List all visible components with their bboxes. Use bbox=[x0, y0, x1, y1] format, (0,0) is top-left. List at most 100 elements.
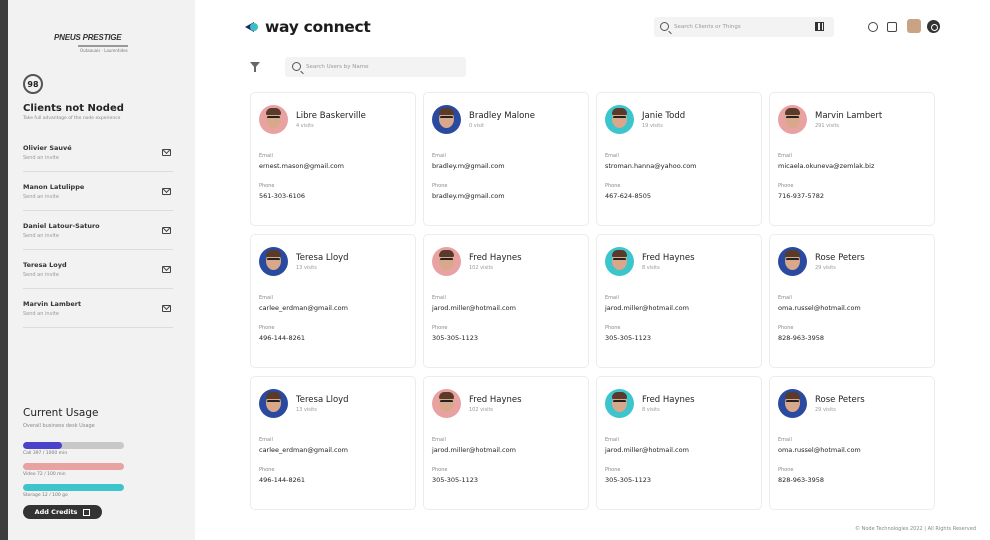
user-card[interactable]: Rose Peters 29 visits Email oma.russel@hotm… bbox=[769, 234, 935, 368]
user-phone[interactable]: 496-144-8261 bbox=[259, 334, 305, 342]
user-email[interactable]: jarod.miller@hotmail.com bbox=[605, 304, 689, 312]
email-label: Email bbox=[605, 295, 619, 301]
user-name: Fred Haynes bbox=[469, 253, 522, 263]
phone-label: Phone bbox=[259, 467, 275, 473]
phone-label: Phone bbox=[778, 467, 794, 473]
user-visits: 0 visit bbox=[469, 123, 485, 129]
global-search-input[interactable]: Search Clients or Things bbox=[654, 17, 834, 37]
client-name: Teresa Loyd bbox=[23, 261, 67, 269]
user-card[interactable]: Rose Peters 29 visits Email oma.russel@hotm… bbox=[769, 376, 935, 510]
user-visits: 8 visits bbox=[642, 265, 660, 271]
email-label: Email bbox=[605, 153, 619, 159]
logo-text: PNEUS PRESTIGE bbox=[54, 33, 122, 42]
send-invite-link[interactable]: Send an invite bbox=[23, 155, 59, 161]
email-label: Email bbox=[259, 295, 273, 301]
user-phone[interactable]: 561-303-6106 bbox=[259, 192, 305, 200]
client-name: Manon Latulippe bbox=[23, 183, 85, 191]
user-email[interactable]: jarod.miller@hotmail.com bbox=[432, 446, 516, 454]
send-invite-link[interactable]: Send an invite bbox=[23, 233, 59, 239]
user-visits: 8 visits bbox=[642, 407, 660, 413]
mail-icon[interactable] bbox=[162, 266, 171, 273]
settings-icon[interactable] bbox=[927, 20, 940, 33]
user-phone[interactable]: 305-305-1123 bbox=[432, 476, 478, 484]
window-edge bbox=[0, 0, 8, 540]
email-label: Email bbox=[778, 295, 792, 301]
user-avatar-icon bbox=[605, 247, 634, 276]
user-card[interactable]: Fred Haynes 102 visits Email jarod.miller@h… bbox=[423, 376, 589, 510]
phone-label: Phone bbox=[778, 183, 794, 189]
user-card[interactable]: Fred Haynes 102 visits Email jarod.miller@h… bbox=[423, 234, 589, 368]
user-visits: 4 visits bbox=[296, 123, 314, 129]
user-email[interactable]: stroman.hanna@yahoo.com bbox=[605, 162, 697, 170]
user-avatar[interactable] bbox=[907, 19, 921, 33]
mail-icon[interactable] bbox=[162, 227, 171, 234]
user-phone[interactable]: 305-305-1123 bbox=[605, 476, 651, 484]
notifications-icon[interactable] bbox=[887, 22, 897, 32]
company-logo: PNEUS PRESTIGE Outaouais · Laurentides bbox=[54, 33, 150, 55]
user-card[interactable]: Fred Haynes 8 visits Email jarod.miller@hot… bbox=[596, 376, 762, 510]
user-phone[interactable]: 828-963-3958 bbox=[778, 476, 824, 484]
send-invite-link[interactable]: Send an invite bbox=[23, 194, 59, 200]
user-phone[interactable]: 467-624-8505 bbox=[605, 192, 651, 200]
send-invite-link[interactable]: Send an invite bbox=[23, 311, 59, 317]
phone-label: Phone bbox=[605, 183, 621, 189]
chat-icon[interactable] bbox=[868, 22, 878, 32]
client-item[interactable]: Teresa Loyd Send an invite bbox=[23, 250, 173, 289]
send-invite-link[interactable]: Send an invite bbox=[23, 272, 59, 278]
qr-code-icon[interactable] bbox=[815, 22, 824, 31]
brand[interactable]: way connect bbox=[245, 18, 371, 36]
user-card[interactable]: Fred Haynes 8 visits Email jarod.miller@hot… bbox=[596, 234, 762, 368]
global-search-placeholder: Search Clients or Things bbox=[674, 24, 741, 30]
user-card[interactable]: Marvin Lambert 291 visits Email micaela.oku… bbox=[769, 92, 935, 226]
phone-label: Phone bbox=[259, 325, 275, 331]
user-phone[interactable]: 305-305-1123 bbox=[432, 334, 478, 342]
user-visits: 13 visits bbox=[296, 407, 317, 413]
filter-icon[interactable] bbox=[250, 62, 260, 72]
user-avatar-icon bbox=[432, 105, 461, 134]
user-visits: 29 visits bbox=[815, 407, 836, 413]
user-visits: 13 visits bbox=[296, 265, 317, 271]
phone-label: Phone bbox=[432, 325, 448, 331]
user-email[interactable]: jarod.miller@hotmail.com bbox=[432, 304, 516, 312]
user-name: Janie Todd bbox=[642, 111, 686, 121]
user-email[interactable]: oma.russel@hotmail.com bbox=[778, 304, 861, 312]
user-card[interactable]: Libre Baskerville 4 visits Email ernest.mas… bbox=[250, 92, 416, 226]
user-search-input[interactable]: Search Users by Name bbox=[285, 57, 466, 77]
user-phone[interactable]: bradley.m@gmail.com bbox=[432, 192, 505, 200]
user-avatar-icon bbox=[259, 389, 288, 418]
user-phone[interactable]: 828-963-3958 bbox=[778, 334, 824, 342]
user-name: Rose Peters bbox=[815, 395, 865, 405]
user-phone[interactable]: 716-937-5782 bbox=[778, 192, 824, 200]
logo-divider bbox=[78, 45, 128, 47]
external-link-icon bbox=[83, 508, 91, 516]
user-email[interactable]: carlee_erdman@gmail.com bbox=[259, 304, 348, 312]
user-card[interactable]: Teresa Lloyd 13 visits Email carlee_erdman@… bbox=[250, 234, 416, 368]
client-item[interactable]: Olivier Sauvé Send an invite bbox=[23, 133, 173, 172]
user-card[interactable]: Teresa Lloyd 13 visits Email carlee_erdman@… bbox=[250, 376, 416, 510]
user-phone[interactable]: 305-305-1123 bbox=[605, 334, 651, 342]
user-email[interactable]: jarod.miller@hotmail.com bbox=[605, 446, 689, 454]
user-card[interactable]: Bradley Malone 0 visit Email bradley.m@gmai… bbox=[423, 92, 589, 226]
mail-icon[interactable] bbox=[162, 305, 171, 312]
user-phone[interactable]: 496-144-8261 bbox=[259, 476, 305, 484]
user-email[interactable]: carlee_erdman@gmail.com bbox=[259, 446, 348, 454]
user-name: Marvin Lambert bbox=[815, 111, 883, 121]
storage-usage-label: Storage 12 / 100 go bbox=[23, 493, 68, 498]
client-item[interactable]: Manon Latulippe Send an invite bbox=[23, 172, 173, 211]
phone-label: Phone bbox=[778, 325, 794, 331]
user-email[interactable]: oma.russel@hotmail.com bbox=[778, 446, 861, 454]
video-usage-fill bbox=[23, 463, 124, 470]
search-icon bbox=[660, 22, 669, 31]
search-icon bbox=[292, 62, 301, 71]
email-label: Email bbox=[432, 153, 446, 159]
user-email[interactable]: bradley.m@gmail.com bbox=[432, 162, 505, 170]
mail-icon[interactable] bbox=[162, 149, 171, 156]
user-card[interactable]: Janie Todd 19 visits Email stroman.hanna@ya… bbox=[596, 92, 762, 226]
user-email[interactable]: ernest.mason@gmail.com bbox=[259, 162, 344, 170]
mail-icon[interactable] bbox=[162, 188, 171, 195]
client-item[interactable]: Daniel Latour-Saturo Send an invite bbox=[23, 211, 173, 250]
user-email[interactable]: micaela.okuneva@zemlak.biz bbox=[778, 162, 874, 170]
client-item[interactable]: Marvin Lambert Send an invite bbox=[23, 289, 173, 328]
video-usage-bar bbox=[23, 463, 124, 470]
add-credits-button[interactable]: Add Credits bbox=[23, 505, 102, 519]
